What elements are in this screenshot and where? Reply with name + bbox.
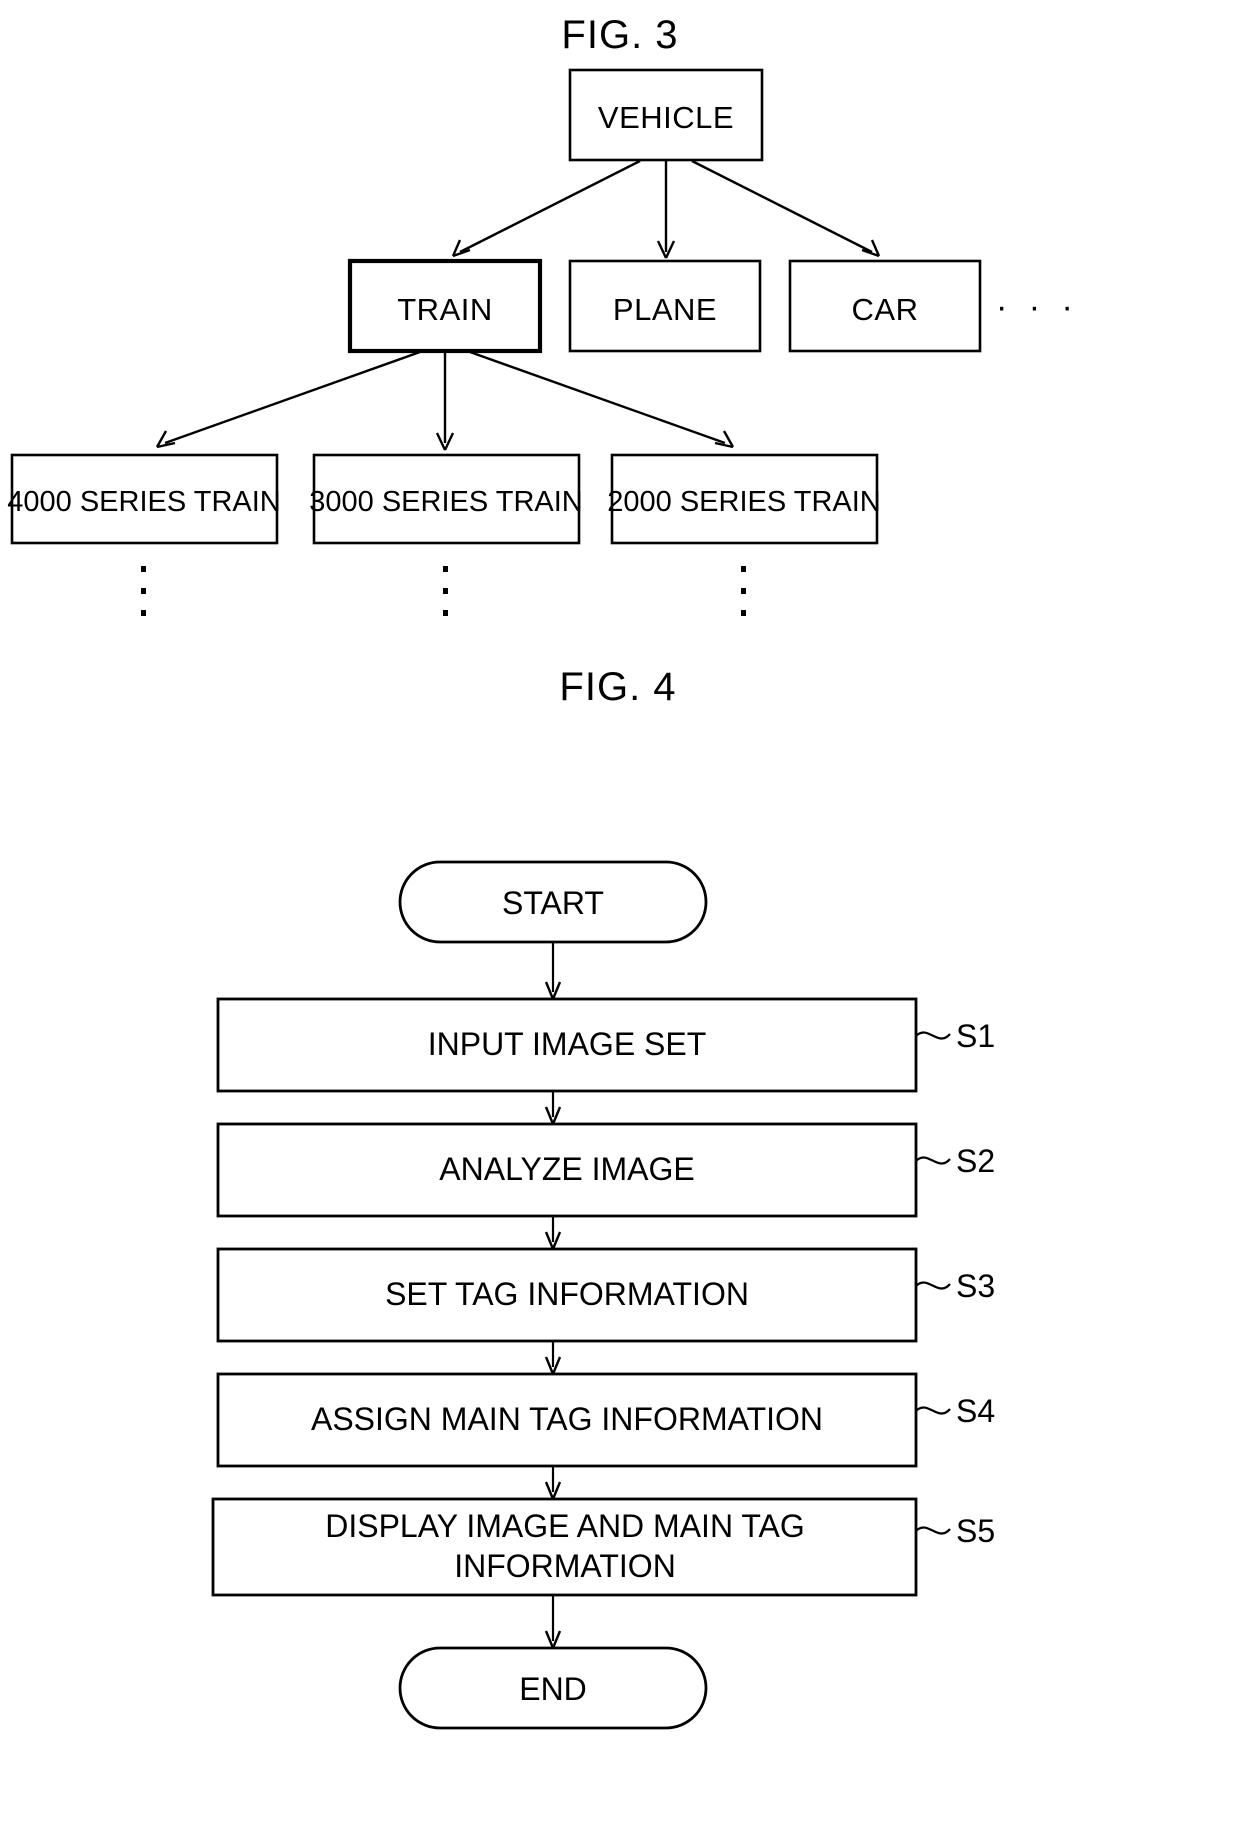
step-s3-id: S3	[956, 1268, 995, 1304]
step-s2-id: S2	[956, 1143, 995, 1179]
series-4000-label: 4000 SERIES TRAIN	[7, 486, 280, 518]
vertical-ellipsis-2000	[741, 566, 746, 616]
node-plane: PLANE	[568, 259, 762, 353]
step-s3-label: SET TAG INFORMATION	[385, 1276, 749, 1312]
node-4000-series-train: 4000 SERIES TRAIN	[7, 453, 281, 545]
flow-step-s4: ASSIGN MAIN TAG INFORMATION S4	[216, 1372, 995, 1468]
flow-step-s2: ANALYZE IMAGE S2	[216, 1122, 995, 1218]
connector-train-4000	[164, 350, 421, 445]
figure-4-title: FIG. 4	[559, 665, 676, 709]
flow-end: END	[398, 1646, 708, 1730]
step-s4-tilde-connector	[915, 1406, 951, 1415]
step-s1-label: INPUT IMAGE SET	[428, 1026, 707, 1062]
flow-start: START	[398, 860, 708, 944]
arrowhead-2000	[714, 430, 735, 449]
step-s5-label-line1: DISPLAY IMAGE AND MAIN TAG	[325, 1508, 805, 1544]
plane-label: PLANE	[613, 292, 717, 327]
series-2000-label: 2000 SERIES TRAIN	[607, 486, 880, 518]
node-2000-series-train: 2000 SERIES TRAIN	[607, 453, 881, 545]
node-vehicle: VEHICLE	[568, 68, 764, 162]
node-3000-series-train: 3000 SERIES TRAIN	[309, 453, 583, 545]
step-s1-tilde-connector	[915, 1031, 951, 1040]
step-s4-id: S4	[956, 1393, 995, 1429]
step-s3-tilde-connector	[915, 1281, 951, 1290]
step-s5-tilde-connector	[915, 1526, 951, 1535]
patent-figure-sheet: FIG. 3 VEHICLE TRAIN PLANE CAR · · · 400…	[0, 0, 1240, 1836]
figures-canvas: FIG. 3 VEHICLE TRAIN PLANE CAR · · · 400…	[7, 13, 1079, 1730]
arrowhead-4000	[155, 430, 176, 449]
vehicle-to-level2-connectors	[451, 159, 881, 259]
vertical-ellipsis-4000	[141, 566, 146, 616]
series-3000-label: 3000 SERIES TRAIN	[309, 486, 582, 518]
figure-3: FIG. 3 VEHICLE TRAIN PLANE CAR · · · 400…	[7, 13, 1079, 616]
train-to-level3-connectors	[155, 350, 735, 451]
car-label: CAR	[852, 292, 919, 327]
step-s2-tilde-connector	[915, 1156, 951, 1165]
flow-step-s5: DISPLAY IMAGE AND MAIN TAG INFORMATION S…	[211, 1497, 995, 1597]
vertical-ellipsis-3000	[443, 566, 448, 616]
start-label: START	[502, 885, 604, 921]
step-s2-label: ANALYZE IMAGE	[439, 1151, 694, 1187]
connector-vehicle-car	[691, 159, 873, 254]
train-label: TRAIN	[397, 292, 493, 327]
vehicle-label: VEHICLE	[598, 100, 734, 135]
connector-vehicle-train	[459, 159, 641, 254]
step-s5-id: S5	[956, 1513, 995, 1549]
step-s5-label-line2: INFORMATION	[454, 1548, 676, 1584]
figure-3-title: FIG. 3	[561, 13, 678, 57]
flow-step-s1: INPUT IMAGE SET S1	[216, 997, 995, 1093]
step-s4-label: ASSIGN MAIN TAG INFORMATION	[311, 1401, 823, 1437]
step-s1-id: S1	[956, 1018, 995, 1054]
level2-ellipsis: · · ·	[996, 288, 1079, 326]
flow-step-s3: SET TAG INFORMATION S3	[216, 1247, 995, 1343]
node-train: TRAIN	[347, 258, 543, 354]
end-label: END	[519, 1671, 587, 1707]
node-car: CAR	[788, 259, 982, 353]
figure-4: FIG. 4 START INPUT IMAGE SET S1 ANALYZE …	[211, 665, 995, 1730]
connector-train-2000	[469, 350, 726, 445]
